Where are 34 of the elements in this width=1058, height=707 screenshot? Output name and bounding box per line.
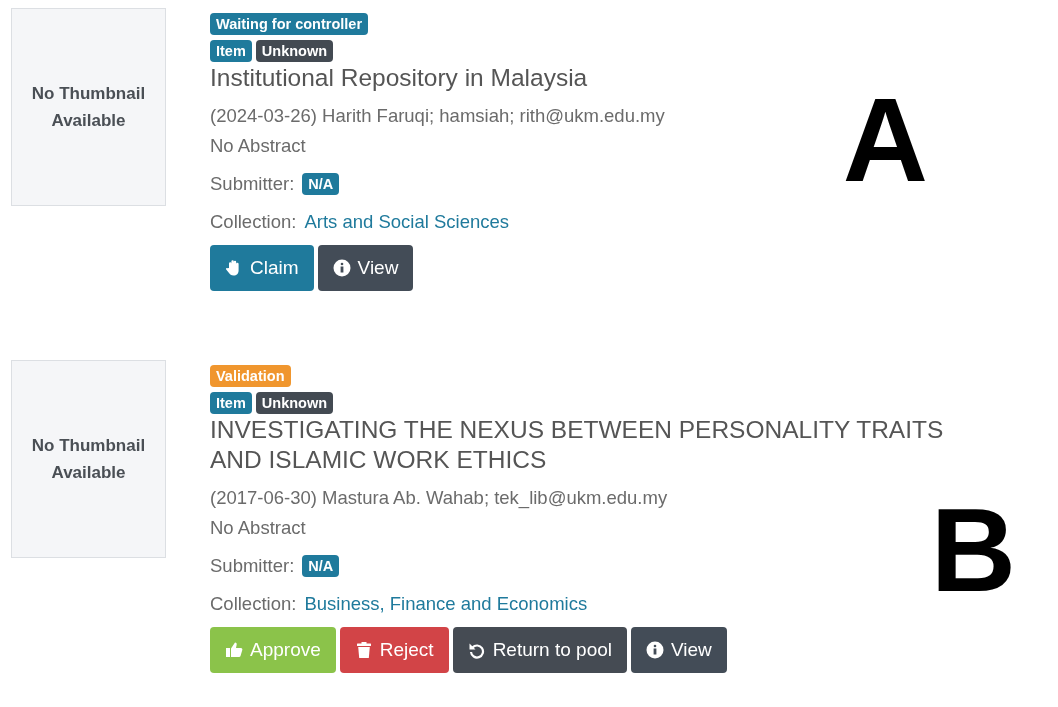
collection-label: Collection:: [210, 210, 297, 234]
collection-link[interactable]: Business, Finance and Economics: [304, 589, 588, 619]
trash-icon: [354, 641, 373, 659]
type-badge: Item: [210, 40, 252, 62]
marker-letter: A: [842, 81, 928, 199]
item-title: INVESTIGATING THE NEXUS BETWEEN PERSONALITY TRAITS AND ISLAMIC WORK ETHICS: [210, 415, 945, 475]
type-badge: Item: [210, 392, 252, 414]
submitter-badge: N/A: [302, 173, 340, 195]
marker-letter: B: [930, 491, 1016, 609]
status-badge: Validation: [210, 365, 291, 387]
abstract-text: No Abstract: [210, 516, 307, 540]
thumbnail-text: No Thumbnail Available: [30, 434, 147, 484]
item-metadata: (2017-06-30) Mastura Ab. Wahab; tek_lib@ukm.edu.my: [210, 486, 669, 511]
reject-button[interactable]: Reject: [339, 627, 449, 673]
collection-link[interactable]: Arts and Social Sciences: [304, 207, 510, 237]
collection-label: Collection:: [210, 592, 297, 616]
view-button[interactable]: View: [631, 627, 727, 673]
thumbs-up-icon: [225, 641, 243, 659]
return-button[interactable]: Return to pool: [452, 627, 627, 673]
type-badge: Unknown: [255, 392, 334, 414]
submitter-label: Submitter:: [210, 172, 295, 196]
undo-icon: [467, 641, 486, 659]
status-badge: Waiting for controller: [210, 13, 369, 35]
info-icon: [646, 641, 664, 659]
type-badge: Unknown: [255, 40, 334, 62]
claim-button[interactable]: Claim: [210, 245, 314, 291]
submitter-badge: N/A: [302, 555, 340, 577]
view-button[interactable]: View: [317, 245, 414, 291]
abstract-text: No Abstract: [210, 134, 307, 158]
info-icon: [332, 259, 351, 277]
item-title: Institutional Repository in Malaysia: [210, 63, 589, 93]
item-metadata: (2024-03-26) Harith Faruqi; hamsiah; rith@ukm.edu.my: [210, 104, 665, 128]
submitter-label: Submitter:: [210, 554, 295, 578]
thumbnail-text: No Thumbnail Available: [30, 82, 147, 132]
